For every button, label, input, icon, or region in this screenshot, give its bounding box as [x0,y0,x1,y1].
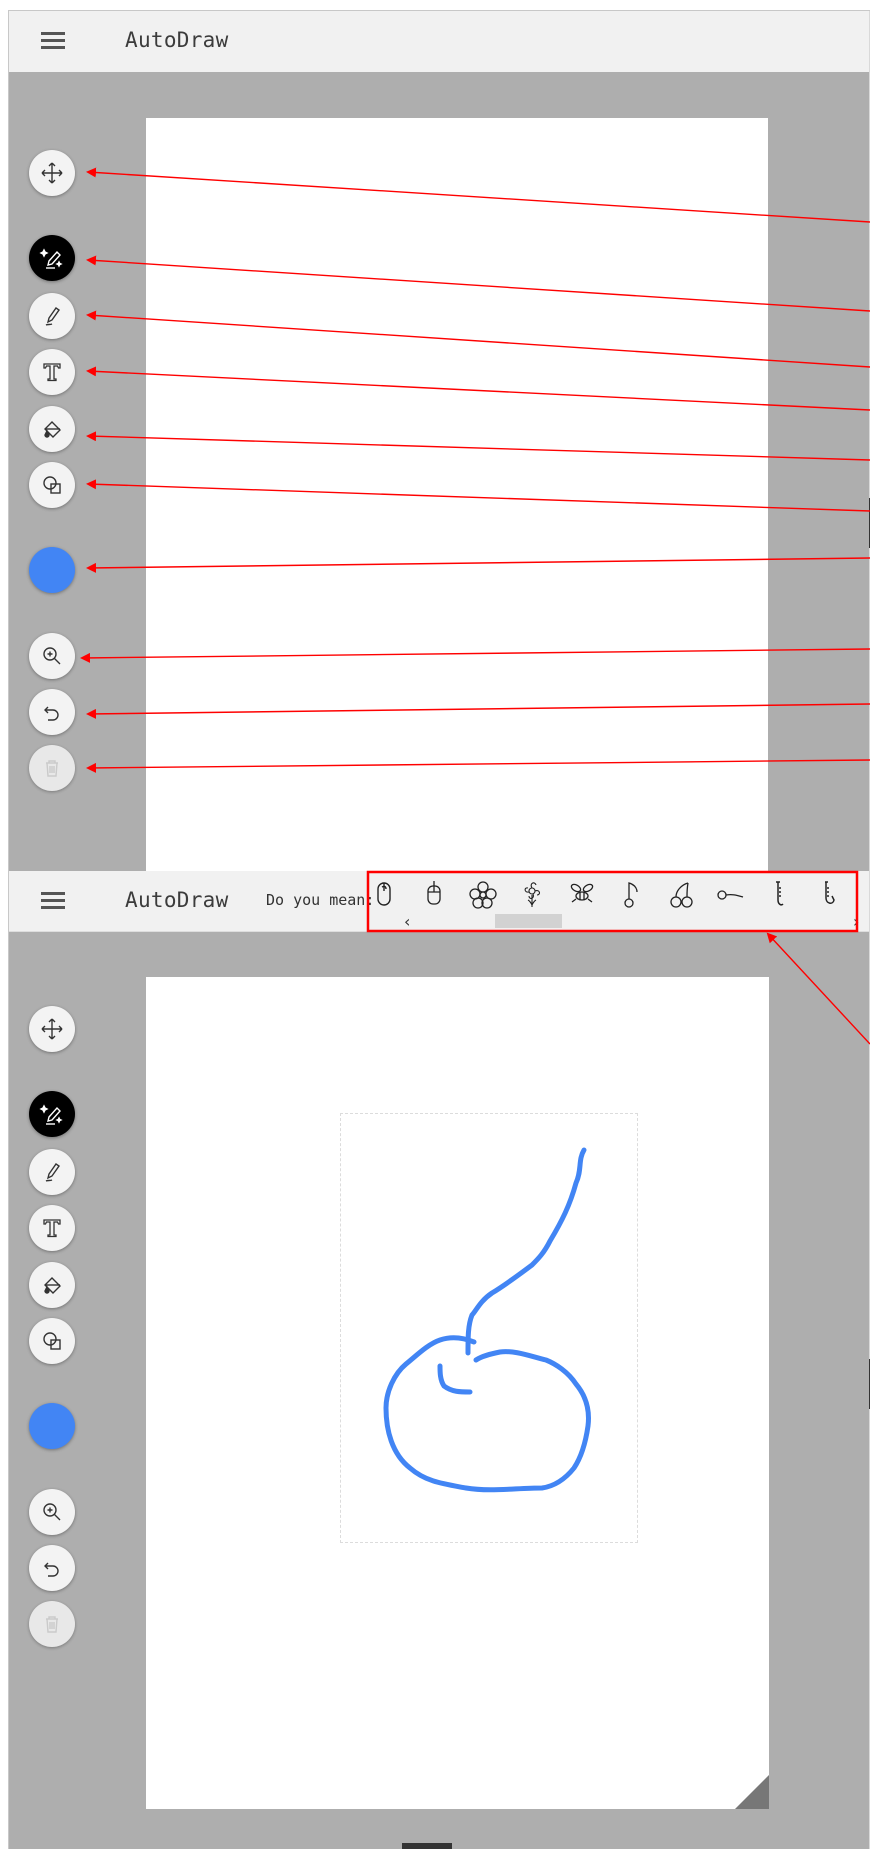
suggestion-item[interactable] [466,878,500,912]
delete-button[interactable] [29,745,75,791]
color-picker-button[interactable] [29,547,75,593]
shapes-icon [43,1332,61,1350]
flower-outline-icon [524,882,540,907]
text-icon [43,363,61,382]
autodraw-sparkle-pencil-icon [39,248,63,269]
move-icon [41,1018,63,1040]
undo-button[interactable] [29,689,75,735]
fill-tool-button[interactable] [29,1262,75,1308]
app-title: AutoDraw [125,28,229,52]
computer-mouse-icon [377,882,391,906]
computer-mouse-outline-icon [427,881,441,905]
app-title: AutoDraw [125,888,229,912]
trash-icon [46,1616,58,1633]
pencil-icon [45,1163,60,1182]
bottom-panel-tab[interactable] [402,1843,452,1849]
bee-icon [570,883,594,903]
saxophone-icon [776,881,784,906]
suggestion-item[interactable] [565,878,599,912]
cherry-icon [670,882,693,908]
type-tool-button[interactable] [29,1205,75,1251]
draw-tool-button[interactable] [29,293,75,339]
suggestion-strip[interactable]: ‹ › [367,874,870,931]
pencil-icon [45,307,60,326]
suggestion-item[interactable] [664,878,698,912]
move-tool-button[interactable] [29,1006,75,1052]
flower-icon [469,881,497,909]
shapes-icon [43,476,61,494]
drawing-canvas[interactable] [146,118,768,872]
suggestion-item[interactable] [417,878,451,912]
zoom-in-icon [43,1503,61,1521]
app-header: AutoDraw Do you mean: ‹ › [9,871,870,932]
suggestion-scrollbar[interactable] [495,914,562,928]
undo-button[interactable] [29,1545,75,1591]
suggestion-item[interactable] [515,878,549,912]
autodraw-window-top: AutoDraw [8,10,870,872]
saxophone-outline-icon [825,881,835,904]
app-header: AutoDraw [9,11,870,72]
drawing-canvas[interactable] [146,977,769,1809]
zoom-tool-button[interactable] [29,633,75,679]
cherry-sketch [383,1147,591,1493]
suggestion-scroll-left-icon[interactable]: ‹ [404,912,410,931]
fill-tool-button[interactable] [29,406,75,452]
suggestion-item[interactable] [713,878,747,912]
suggestion-item[interactable] [762,878,796,912]
move-icon [41,162,63,184]
draw-tool-button[interactable] [29,1149,75,1195]
zoom-tool-button[interactable] [29,1489,75,1535]
shape-tool-button[interactable] [29,1318,75,1364]
undo-icon [44,706,59,721]
suggestion-item[interactable] [811,878,845,912]
music-note-icon [624,882,638,908]
autodraw-window-bottom: AutoDraw Do you mean: ‹ › [8,871,870,1849]
zoom-in-icon [43,647,61,665]
delete-button[interactable] [29,1601,75,1647]
canvas-corner-fold [735,1775,769,1809]
key-icon [717,890,744,900]
undo-icon [44,1562,59,1577]
suggestion-item[interactable] [614,878,648,912]
paint-bucket-icon [44,421,61,438]
menu-icon[interactable] [41,31,65,51]
move-tool-button[interactable] [29,150,75,196]
suggestion-scroll-right-icon[interactable]: › [853,912,859,931]
suggestion-prompt: Do you mean: [266,891,375,909]
autodraw-tool-button[interactable] [29,1091,75,1137]
shape-tool-button[interactable] [29,462,75,508]
paint-bucket-icon [44,1277,61,1294]
color-picker-button[interactable] [29,1403,75,1449]
suggestion-item[interactable] [367,878,401,912]
autodraw-tool-button[interactable] [29,235,75,281]
menu-icon[interactable] [41,891,65,911]
trash-icon [46,760,58,777]
autodraw-sparkle-pencil-icon [39,1104,63,1125]
type-tool-button[interactable] [29,349,75,395]
text-icon [43,1219,61,1238]
